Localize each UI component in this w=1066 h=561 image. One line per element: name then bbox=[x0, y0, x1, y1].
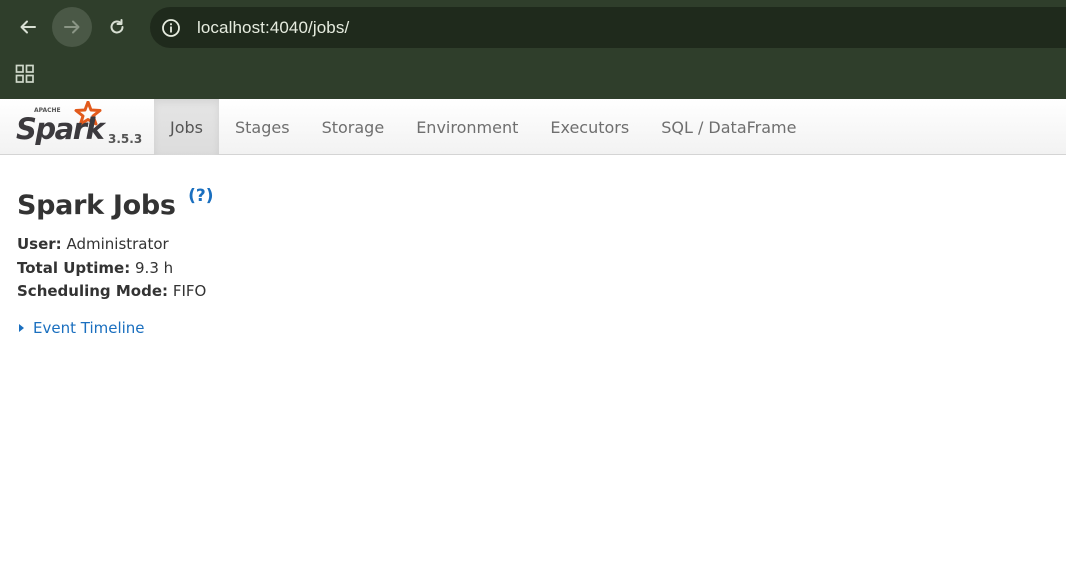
scheduling-mode-row: Scheduling Mode: FIFO bbox=[17, 280, 1017, 304]
arrow-left-icon bbox=[20, 20, 36, 34]
event-timeline-toggle[interactable]: Event Timeline bbox=[17, 319, 1017, 337]
user-value: Administrator bbox=[66, 235, 169, 253]
back-button[interactable] bbox=[8, 7, 48, 47]
title-row: Spark Jobs (?) bbox=[17, 186, 1017, 221]
spark-logo[interactable]: APACHE Spark 3.5.3 bbox=[14, 101, 154, 153]
browser-toolbar: localhost:4040/jobs/ bbox=[0, 0, 1066, 99]
nav-tabs: Jobs Stages Storage Environment Executor… bbox=[154, 99, 812, 155]
caret-right-icon bbox=[19, 323, 24, 332]
address-bar[interactable]: localhost:4040/jobs/ bbox=[150, 7, 1066, 48]
reload-icon bbox=[110, 19, 124, 34]
info-circle-icon[interactable] bbox=[161, 18, 181, 38]
scheduling-mode-label: Scheduling Mode: bbox=[17, 282, 169, 300]
user-row: User: Administrator bbox=[17, 233, 1017, 257]
summary-list: User: Administrator Total Uptime: 9.3 h … bbox=[17, 233, 1017, 304]
tab-sql-dataframe[interactable]: SQL / DataFrame bbox=[645, 99, 812, 155]
apps-grid-icon[interactable] bbox=[15, 64, 35, 84]
tab-jobs[interactable]: Jobs bbox=[154, 99, 219, 155]
page-title: Spark Jobs bbox=[17, 190, 176, 221]
spark-logo-icon: APACHE Spark bbox=[16, 101, 106, 146]
spark-version: 3.5.3 bbox=[108, 132, 143, 146]
event-timeline-label[interactable]: Event Timeline bbox=[33, 319, 145, 337]
spark-navbar: APACHE Spark 3.5.3 Jobs Stages Storage E… bbox=[0, 99, 1066, 155]
url-text[interactable]: localhost:4040/jobs/ bbox=[197, 18, 349, 38]
tab-stages[interactable]: Stages bbox=[219, 99, 306, 155]
scheduling-mode-value: FIFO bbox=[172, 282, 207, 300]
help-link[interactable]: (?) bbox=[188, 186, 213, 206]
user-label: User: bbox=[17, 235, 62, 253]
uptime-row: Total Uptime: 9.3 h bbox=[17, 257, 1017, 281]
arrow-right-icon bbox=[64, 20, 80, 34]
tab-environment[interactable]: Environment bbox=[400, 99, 534, 155]
reload-button[interactable] bbox=[97, 7, 137, 47]
tab-storage[interactable]: Storage bbox=[306, 99, 401, 155]
forward-button[interactable] bbox=[52, 7, 92, 47]
logo-text: Spark bbox=[16, 112, 106, 146]
uptime-value: 9.3 h bbox=[135, 258, 174, 277]
main-content: Spark Jobs (?) User: Administrator Total… bbox=[17, 186, 1017, 337]
uptime-label: Total Uptime: bbox=[17, 258, 131, 277]
tab-executors[interactable]: Executors bbox=[534, 99, 645, 155]
